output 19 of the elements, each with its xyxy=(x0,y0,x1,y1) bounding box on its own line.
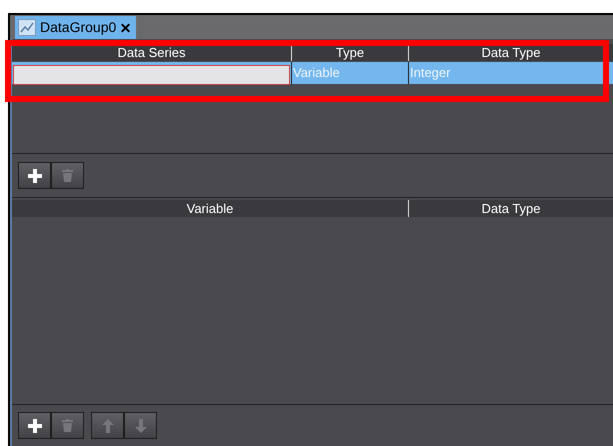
column-header[interactable]: Variable xyxy=(12,200,408,217)
plus-icon xyxy=(28,168,42,182)
add-button[interactable] xyxy=(18,412,51,439)
chart-icon xyxy=(18,19,36,36)
plus-icon xyxy=(28,418,42,432)
add-button[interactable] xyxy=(18,162,51,189)
trash-icon xyxy=(62,169,73,182)
column-header[interactable]: Type xyxy=(291,44,408,61)
column-header[interactable]: Data Series xyxy=(12,44,291,61)
tab-title: DataGroup0 xyxy=(40,18,116,37)
table-cell: Integer xyxy=(408,62,613,84)
column-header[interactable]: Data Type xyxy=(408,44,613,61)
column-header[interactable]: Data Type xyxy=(408,200,613,217)
down-arrow-icon xyxy=(134,418,146,432)
close-button[interactable]: × xyxy=(120,18,131,36)
up-arrow-icon xyxy=(102,418,114,432)
trash-icon xyxy=(62,419,73,432)
table-cell: Variable xyxy=(291,62,408,84)
input-field[interactable] xyxy=(13,64,290,84)
